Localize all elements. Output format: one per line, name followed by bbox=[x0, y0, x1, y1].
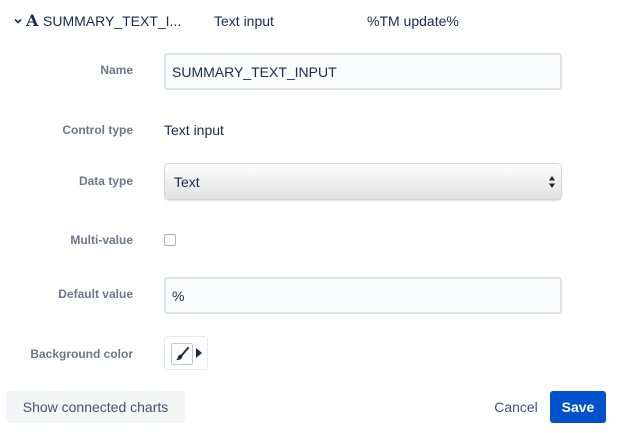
name-input[interactable] bbox=[164, 53, 562, 90]
name-label: Name bbox=[100, 63, 133, 77]
default-value-label: Default value bbox=[58, 287, 133, 301]
color-swatch bbox=[171, 343, 193, 365]
header-control-type: Text input bbox=[214, 13, 274, 29]
control-editor-panel: A SUMMARY_TEXT_I... Text input %TM updat… bbox=[0, 0, 623, 433]
control-header-row[interactable]: A SUMMARY_TEXT_I... Text input %TM updat… bbox=[0, 0, 623, 44]
data-type-select[interactable]: Text bbox=[164, 163, 562, 200]
default-value-input[interactable] bbox=[164, 277, 562, 314]
control-type-value: Text input bbox=[164, 122, 224, 138]
header-control-name: SUMMARY_TEXT_I... bbox=[43, 13, 182, 29]
data-type-selected-value: Text bbox=[174, 174, 200, 190]
multi-value-checkbox[interactable] bbox=[164, 234, 176, 246]
caret-right-icon bbox=[196, 348, 202, 358]
save-button[interactable]: Save bbox=[550, 391, 606, 423]
text-type-icon: A bbox=[26, 11, 39, 30]
background-color-picker[interactable] bbox=[164, 336, 208, 370]
header-default-value: %TM update% bbox=[367, 13, 459, 29]
cancel-button[interactable]: Cancel bbox=[486, 391, 546, 423]
show-connected-charts-button[interactable]: Show connected charts bbox=[6, 391, 185, 423]
select-arrows-icon bbox=[548, 174, 556, 190]
control-type-label: Control type bbox=[62, 123, 133, 137]
background-color-label: Background color bbox=[30, 347, 133, 361]
paint-brush-icon bbox=[176, 347, 189, 361]
chevron-down-icon[interactable] bbox=[14, 14, 24, 28]
multi-value-label: Multi-value bbox=[70, 233, 133, 247]
data-type-label: Data type bbox=[78, 174, 133, 188]
